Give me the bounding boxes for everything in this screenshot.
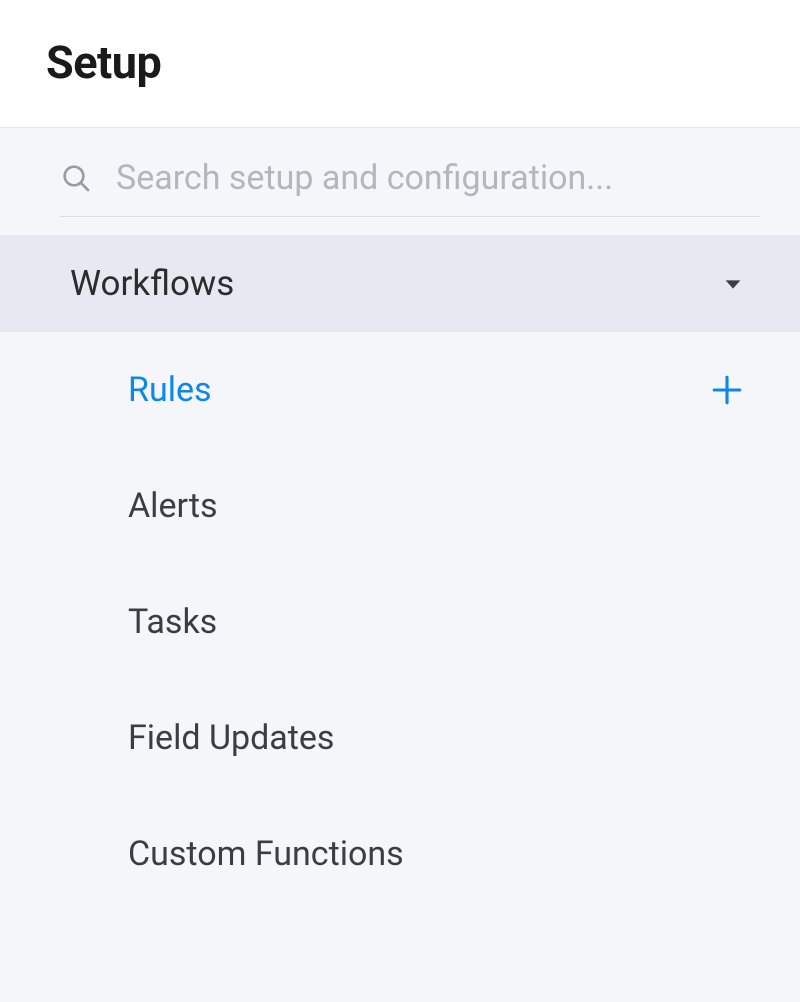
plus-icon[interactable] bbox=[710, 373, 744, 407]
menu-item-alerts[interactable]: Alerts bbox=[0, 448, 800, 564]
search-input[interactable] bbox=[116, 158, 760, 198]
menu-item-label: Field Updates bbox=[128, 718, 334, 758]
menu-item-label: Tasks bbox=[128, 602, 217, 642]
search-row bbox=[60, 158, 760, 217]
menu-item-custom-functions[interactable]: Custom Functions bbox=[0, 796, 800, 912]
menu-item-rules[interactable]: Rules bbox=[0, 332, 800, 448]
search-icon bbox=[60, 162, 92, 194]
menu-item-label: Custom Functions bbox=[128, 834, 404, 874]
search-area bbox=[0, 128, 800, 235]
section-title: Workflows bbox=[70, 263, 234, 304]
menu-item-label: Alerts bbox=[128, 486, 218, 526]
menu-item-label: Rules bbox=[128, 370, 212, 410]
menu-list: Rules Alerts Tasks Field Updates Custom … bbox=[0, 332, 800, 912]
page-header: Setup bbox=[0, 0, 800, 128]
page-title: Setup bbox=[46, 36, 760, 89]
caret-down-icon bbox=[722, 273, 744, 295]
section-header-workflows[interactable]: Workflows bbox=[0, 235, 800, 332]
menu-item-tasks[interactable]: Tasks bbox=[0, 564, 800, 680]
menu-item-field-updates[interactable]: Field Updates bbox=[0, 680, 800, 796]
